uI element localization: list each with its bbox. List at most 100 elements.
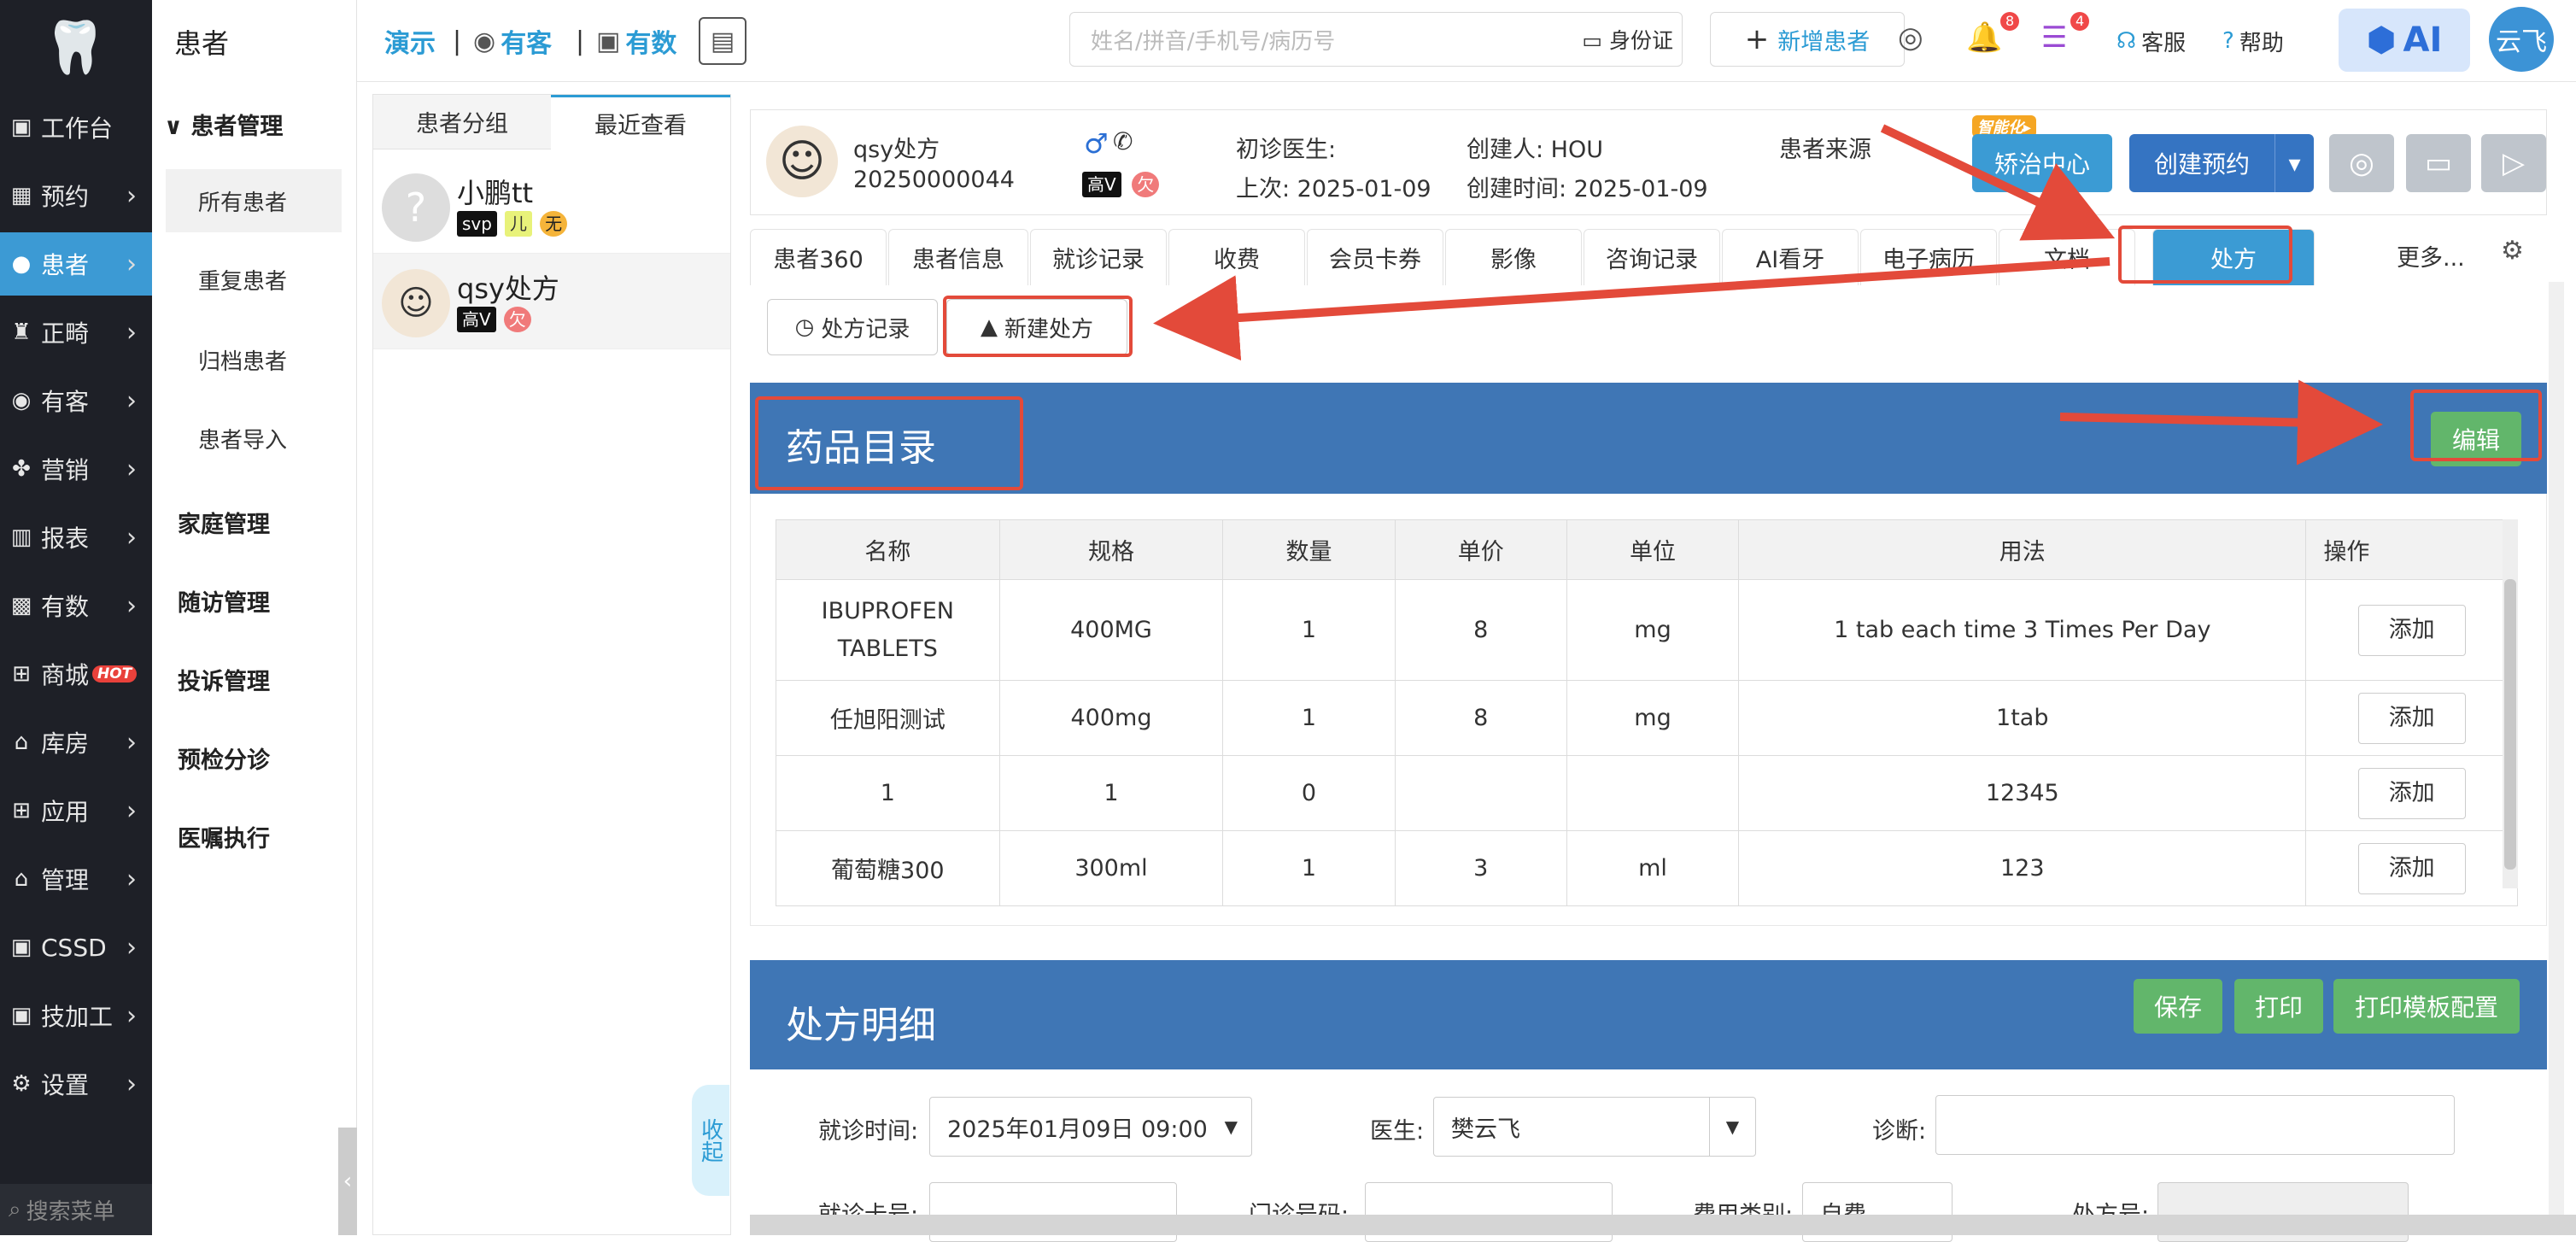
wechat-icon[interactable]: ◎ — [2329, 134, 2394, 192]
youke-link[interactable]: ◉ 有客 — [473, 21, 552, 62]
sidebar-item-4[interactable]: ◉ 有客 › — [0, 369, 152, 432]
vip-tag: 高V — [1082, 172, 1121, 197]
add-drug-button[interactable]: 添加 — [2357, 604, 2466, 656]
sidebar-item-5[interactable]: ✤ 营销 › — [0, 437, 152, 501]
subnav-item-archived-patients[interactable]: 归档患者 — [166, 328, 342, 391]
sidebar-item-1[interactable]: ▦ 预约 › — [0, 164, 152, 227]
chevron-right-icon: › — [126, 1000, 137, 1031]
sidebar-item-label: 库房 — [41, 729, 90, 758]
patient-search-input[interactable]: 姓名/拼音/手机号/病历号 ▭ 身份证 — [1069, 12, 1683, 67]
subnav-family[interactable]: 家庭管理 — [178, 506, 270, 539]
phone-icon[interactable]: ✆ — [1113, 127, 1133, 155]
hot-badge: HOT — [92, 665, 138, 683]
table-cell: mg — [1566, 680, 1740, 756]
add-drug-button[interactable]: 添加 — [2357, 692, 2466, 744]
youshu-link[interactable]: ▣ 有数 — [596, 21, 676, 62]
tab-1[interactable]: 患者信息 — [888, 229, 1028, 285]
subnav-triage[interactable]: 预检分诊 — [178, 741, 270, 775]
sidebar-item-12[interactable]: ▣ CSSD › — [0, 916, 152, 979]
subnav-item-duplicate-patients[interactable]: 重复患者 — [166, 248, 342, 311]
male-icon: ♂ — [1084, 127, 1109, 160]
tab-6[interactable]: 咨询记录 — [1584, 229, 1720, 285]
sidebar-item-9[interactable]: ⌂ 库房 › — [0, 711, 152, 774]
diagnosis-input[interactable] — [1935, 1095, 2455, 1155]
sidebar-item-label: 设置 — [41, 1071, 90, 1099]
message-icon[interactable]: ▭ — [2406, 134, 2471, 192]
tab-8[interactable]: 电子病历 — [1860, 229, 1997, 285]
sidebar-collapse-handle[interactable]: ‹ — [338, 1128, 357, 1235]
tabs-more[interactable]: 更多... — [2397, 239, 2465, 272]
sidebar-item-10[interactable]: ⊞ 应用 › — [0, 779, 152, 842]
rx-records-button[interactable]: ◷ 处方记录 — [767, 299, 938, 355]
cart-icon: ⊞ — [12, 661, 31, 687]
rx-detail-header: 处方明细 保存 打印 打印模板配置 — [750, 960, 2547, 1069]
wechat-icon[interactable]: ◎ — [1898, 21, 1923, 55]
vip-tag: 高V — [457, 307, 496, 332]
horizontal-scrollbar[interactable] — [750, 1215, 2576, 1235]
subnav-complaint[interactable]: 投诉管理 — [178, 663, 270, 696]
owe-tag: 欠 — [1132, 172, 1160, 197]
tab-5[interactable]: 影像 — [1445, 229, 1582, 285]
table-row: IBUPROFEN TABLETS 400MG 1 8 mg 1 tab each tim… — [776, 579, 2518, 681]
save-button[interactable]: 保存 — [2134, 979, 2222, 1034]
patient-list-item[interactable]: ☺ qsy处方 高V 欠 — [373, 254, 730, 349]
id-scan-icon[interactable]: ▤ — [699, 17, 746, 65]
table-cell: ml — [1566, 830, 1740, 906]
play-icon[interactable]: ▷ — [2481, 134, 2546, 192]
doctor-label: 医生: — [1370, 1118, 1425, 1145]
gear-icon: ⚙ — [11, 1071, 32, 1097]
doctor-select[interactable]: 樊云飞 ▼ — [1433, 1097, 1756, 1157]
marketing-icon: ✤ — [12, 456, 31, 482]
create-appointment-button[interactable]: 创建预约 — [2129, 134, 2274, 192]
add-drug-button[interactable]: 添加 — [2357, 842, 2466, 894]
chevron-down-icon[interactable]: ▾ — [2274, 134, 2314, 192]
tab-4[interactable]: 会员卡券 — [1307, 229, 1443, 285]
sidebar-item-14[interactable]: ⚙ 设置 › — [0, 1052, 152, 1116]
sidebar-item-8[interactable]: ⊞ 商城 HOT — [0, 642, 152, 706]
print-button[interactable]: 打印 — [2234, 979, 2323, 1034]
chart-icon: ▣ — [596, 26, 621, 56]
service-link[interactable]: ☊ 客服 — [2116, 21, 2186, 62]
new-patient-button[interactable]: + 新增患者 — [1710, 12, 1905, 67]
sidebar-item-13[interactable]: ▣ 技加工 › — [0, 984, 152, 1047]
patient-list-item[interactable]: ? 小鹏tt svp 儿 无 — [373, 158, 730, 254]
visit-time-select[interactable]: 2025年01月09日 09:00 ▼ — [929, 1097, 1252, 1157]
column-header: 操作 — [2305, 519, 2518, 580]
sidebar-item-6[interactable]: ▥ 报表 › — [0, 506, 152, 569]
sidebar-item-11[interactable]: ⌂ 管理 › — [0, 847, 152, 911]
print-template-button[interactable]: 打印模板配置 — [2333, 979, 2520, 1034]
help-link[interactable]: ? 帮助 — [2222, 21, 2284, 62]
gear-icon[interactable]: ⚙ — [2501, 236, 2524, 266]
idcard-button[interactable]: ▭ 身份证 — [1582, 24, 1673, 55]
page-scrollbar[interactable] — [2549, 282, 2564, 1215]
tab-3[interactable]: 收费 — [1168, 229, 1305, 285]
task-icon[interactable]: ☰ — [2041, 21, 2067, 55]
subnav-orders[interactable]: 医嘱执行 — [178, 820, 270, 853]
tab-0[interactable]: 患者360 — [750, 229, 887, 285]
table-scrollbar[interactable] — [2503, 519, 2518, 888]
tab-patient-groups[interactable]: 患者分组 — [373, 95, 551, 149]
ai-button[interactable]: ⬢ AI — [2339, 9, 2470, 72]
menu-search[interactable]: ⌕ 搜索菜单 — [0, 1184, 152, 1235]
tab-7[interactable]: AI看牙 — [1722, 229, 1859, 285]
collapse-panel-button[interactable]: 收起 — [692, 1085, 729, 1196]
tab-recent[interactable]: 最近查看 — [551, 95, 730, 149]
ortho-center-button[interactable]: 矫治中心 — [1972, 134, 2112, 192]
subnav-item-patient-import[interactable]: 患者导入 — [166, 407, 342, 470]
sidebar-item-0[interactable]: ▣ 工作台 — [0, 96, 152, 159]
subnav-item-all-patients[interactable]: 所有患者 — [166, 169, 342, 232]
sidebar-item-2[interactable]: ● 患者 › — [0, 232, 152, 296]
subnav-group-patient-management[interactable]: ∨ 患者管理 — [164, 108, 283, 141]
user-avatar[interactable]: 云飞 — [2489, 7, 2554, 72]
tab-2[interactable]: 就诊记录 — [1030, 229, 1167, 285]
tab-9[interactable]: 文档 — [1999, 229, 2135, 285]
bell-icon[interactable]: 🔔 — [1966, 21, 2002, 55]
add-drug-button[interactable]: 添加 — [2357, 767, 2466, 819]
table-cell — [1394, 755, 1567, 831]
demo-link[interactable]: 演示 — [384, 21, 436, 62]
subnav-followup[interactable]: 随访管理 — [178, 584, 270, 618]
sidebar-item-7[interactable]: ▩ 有数 › — [0, 574, 152, 637]
sidebar-item-3[interactable]: ♜ 正畸 › — [0, 301, 152, 364]
chevron-right-icon: › — [126, 180, 137, 211]
chevron-right-icon: › — [126, 1069, 137, 1099]
